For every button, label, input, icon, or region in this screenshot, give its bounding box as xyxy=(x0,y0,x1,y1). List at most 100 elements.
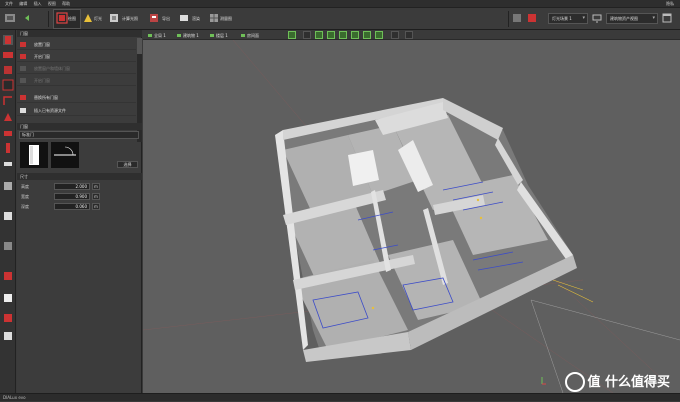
door-plan-icon xyxy=(51,142,79,168)
3d-viewport[interactable]: 全局 1 建筑物 1 楼层 1 房间面 xyxy=(143,30,680,393)
item-insert-resource[interactable]: 插入已有资源文件 xyxy=(17,105,136,116)
door-type-field[interactable]: 标准门 xyxy=(19,131,139,139)
furniture-mode-icon[interactable] xyxy=(2,157,14,169)
width-unit: m xyxy=(92,193,100,200)
tab-global[interactable]: 全局 1 xyxy=(148,32,166,39)
section-size-header[interactable]: 尺寸 xyxy=(17,173,142,180)
door-place-icon xyxy=(20,42,26,47)
menu-view[interactable]: 视图 xyxy=(48,0,56,8)
menu-privacy[interactable]: 隐私 xyxy=(666,0,674,8)
tool-calculate-label[interactable]: 计算光照 xyxy=(122,16,138,22)
stair-mode-icon[interactable] xyxy=(2,95,14,107)
item-place-door[interactable]: 放置门窗 xyxy=(17,39,136,50)
door-preview-icon xyxy=(20,142,48,168)
toolbar-separator xyxy=(48,11,49,27)
roof-mode-icon[interactable] xyxy=(2,111,14,123)
height-input[interactable]: 2.000 xyxy=(54,183,90,190)
viewport-toolbar: 全局 1 建筑物 1 楼层 1 房间面 xyxy=(143,30,680,40)
depth-row: 深度 0.060 m xyxy=(17,203,142,211)
height-unit: m xyxy=(92,183,100,190)
item-open-door-label: 开启门窗 xyxy=(34,54,50,59)
ceiling-mode-icon[interactable] xyxy=(2,180,14,192)
view-persp-button[interactable] xyxy=(375,31,383,39)
item-replace-all[interactable]: 替换所有门窗 xyxy=(17,92,136,103)
view-iso-button[interactable] xyxy=(363,31,371,39)
height-row: 高度 2.000 m xyxy=(17,183,142,191)
color-icon[interactable] xyxy=(527,13,537,23)
light-scene-icon[interactable] xyxy=(512,13,522,23)
width-input[interactable]: 0.900 xyxy=(54,193,90,200)
undo-icon[interactable] xyxy=(22,12,34,24)
object-mode-icon[interactable] xyxy=(2,210,14,222)
tool-draw-label[interactable]: 绘图 xyxy=(68,16,76,22)
item-insert-resource-label: 插入已有资源文件 xyxy=(34,108,66,113)
watermark: 值 什么值得买 xyxy=(565,372,670,394)
grid-button[interactable] xyxy=(303,31,311,39)
tool-export-label[interactable]: 导出 xyxy=(162,16,170,22)
width-label: 宽度 xyxy=(21,194,29,199)
view-side-button[interactable] xyxy=(339,31,347,39)
calculate-tool-icon[interactable] xyxy=(108,12,120,24)
section-door-type-header[interactable]: 门窗 xyxy=(17,123,142,130)
export-tool-icon[interactable] xyxy=(148,12,160,24)
depth-input[interactable]: 0.060 xyxy=(54,203,90,210)
plan-tool-icon[interactable] xyxy=(208,12,220,24)
menu-bar: 文件 编辑 插入 视图 帮助 隐私 xyxy=(0,0,680,8)
door-open-icon xyxy=(20,54,26,59)
tab-building[interactable]: 建筑物 1 xyxy=(177,32,199,39)
depth-unit: m xyxy=(92,203,100,210)
building-model[interactable] xyxy=(143,40,680,393)
monitor-icon[interactable] xyxy=(592,13,602,23)
window-icon[interactable] xyxy=(662,13,672,23)
measure-mode-icon[interactable] xyxy=(2,270,14,282)
settings-button[interactable] xyxy=(405,31,413,39)
window-mode-icon[interactable] xyxy=(2,79,14,91)
window-wall-icon xyxy=(20,66,26,71)
replace-icon xyxy=(20,95,26,100)
item-open-door[interactable]: 开启门窗 xyxy=(17,51,136,62)
zoom-extents-button[interactable] xyxy=(391,31,399,39)
menu-help[interactable]: 帮助 xyxy=(62,0,70,8)
watermark-text: 值 什么值得买 xyxy=(587,375,670,390)
tool-render-label[interactable]: 渲染 xyxy=(192,16,200,22)
floor-mode-icon[interactable] xyxy=(2,127,14,139)
light-tool-icon[interactable] xyxy=(82,12,94,24)
draw-tool-icon[interactable] xyxy=(56,12,68,24)
tab-room-faces[interactable]: 房间面 xyxy=(241,32,259,39)
room-mode-icon[interactable] xyxy=(2,64,14,76)
cut-mode-icon[interactable] xyxy=(2,240,14,252)
app-logo-icon[interactable] xyxy=(4,12,16,24)
view-toggle-button[interactable] xyxy=(288,31,296,39)
window-open-icon xyxy=(20,78,26,83)
item-open-window-label: 开启门窗 xyxy=(34,78,50,83)
item-replace-all-label: 替换所有门窗 xyxy=(34,95,58,100)
calc-mode-icon[interactable] xyxy=(2,292,14,304)
view-3d-button[interactable] xyxy=(351,31,359,39)
tab-floor[interactable]: 楼层 1 xyxy=(210,32,228,39)
view-top-button[interactable] xyxy=(315,31,323,39)
wall-mode-icon[interactable] xyxy=(2,49,14,61)
tool-plan-label[interactable]: 测量图 xyxy=(220,16,232,22)
view-front-button[interactable] xyxy=(327,31,335,39)
render-tool-icon[interactable] xyxy=(178,12,190,24)
light-scene-dropdown[interactable]: 灯光场景 1 xyxy=(548,13,588,24)
item-place-window-wall: 放置窗户和墙体门窗 xyxy=(17,63,136,74)
doc-mode-icon[interactable] xyxy=(2,330,14,342)
scrollbar-thumb[interactable] xyxy=(137,38,142,54)
item-place-window-wall-label: 放置窗户和墙体门窗 xyxy=(34,66,70,71)
menu-file[interactable]: 文件 xyxy=(5,0,13,8)
item-place-door-label: 放置门窗 xyxy=(34,42,50,47)
main-toolbar: 绘图 灯光 计算光照 导出 渲染 测量图 灯光场景 1 建筑物资产视图 xyxy=(0,8,680,30)
door-mode-icon[interactable] xyxy=(2,34,14,46)
toolbar-separator xyxy=(508,11,509,27)
height-label: 高度 xyxy=(21,184,29,189)
menu-insert[interactable]: 插入 xyxy=(34,0,42,8)
section-doors-header[interactable]: 门窗 xyxy=(17,30,142,37)
depth-label: 深度 xyxy=(21,204,29,209)
menu-edit[interactable]: 编辑 xyxy=(19,0,27,8)
print-mode-icon[interactable] xyxy=(2,312,14,324)
swatch-select-button[interactable]: 选择 xyxy=(117,161,138,168)
column-mode-icon[interactable] xyxy=(2,142,14,154)
tool-light-label[interactable]: 灯光 xyxy=(94,16,102,22)
view-mode-dropdown[interactable]: 建筑物资产视图 xyxy=(606,13,658,24)
